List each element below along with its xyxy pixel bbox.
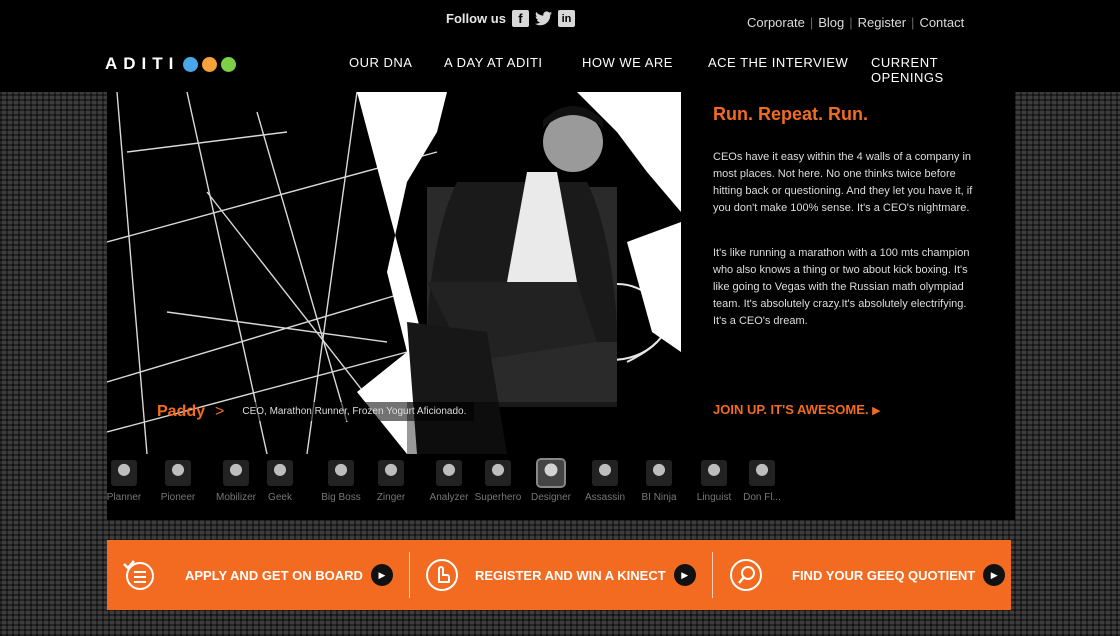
- hand-pointer-icon: [425, 558, 459, 592]
- team-label: Zinger: [376, 492, 406, 503]
- team-label: Pioneer: [160, 492, 196, 503]
- avatar: [436, 460, 462, 486]
- cloud-icon: [183, 56, 199, 72]
- avatar: [701, 460, 727, 486]
- register-button[interactable]: REGISTER AND WIN A KINECT ▶: [425, 540, 696, 610]
- twitter-icon[interactable]: [534, 10, 552, 27]
- team-thumb-selected[interactable]: Designer: [524, 458, 578, 503]
- link-contact[interactable]: Contact: [919, 15, 964, 30]
- team-label: Superhero: [474, 492, 522, 503]
- triangle-right-icon: ▶: [872, 405, 881, 417]
- avatar: [378, 460, 404, 486]
- register-label: REGISTER AND WIN A KINECT: [475, 567, 666, 583]
- team-label: Planner: [106, 492, 142, 503]
- link-separator: |: [911, 15, 915, 30]
- profile-caption-text: CEO, Marathon Runner, Frozen Yogurt Afic…: [234, 402, 475, 421]
- team-thumb[interactable]: Analyzer: [422, 458, 476, 503]
- divider: [409, 552, 410, 598]
- join-up-link[interactable]: JOIN UP. IT'S AWESOME. ▶: [713, 402, 881, 417]
- nav-our-dna[interactable]: OUR DNA: [349, 55, 444, 85]
- play-icon: ▶: [673, 564, 696, 586]
- team-thumb[interactable]: Geek: [253, 458, 307, 503]
- apply-label: APPLY AND GET ON BOARD: [185, 567, 363, 583]
- team-thumb[interactable]: Assassin: [578, 458, 632, 503]
- team-thumb[interactable]: Pioneer: [151, 458, 205, 503]
- team-label: Don Fl...: [743, 492, 781, 503]
- nav-current-openings[interactable]: CURRENT OPENINGS: [871, 55, 1011, 85]
- team-label: Linguist: [696, 492, 732, 503]
- avatar: [749, 460, 775, 486]
- top-links: Corporate | Blog | Register | Contact: [747, 15, 964, 30]
- action-bar: APPLY AND GET ON BOARD ▶ REGISTER AND WI…: [107, 540, 1011, 610]
- nav-a-day-at-aditi[interactable]: A DAY AT ADITI: [444, 55, 582, 85]
- linkedin-icon[interactable]: in: [557, 10, 575, 27]
- play-icon: ▶: [983, 564, 1006, 586]
- profile-photo: Paddy > CEO, Marathon Runner, Frozen Yog…: [107, 92, 681, 454]
- team-label: Big Boss: [321, 492, 361, 503]
- team-thumb[interactable]: BI Ninja: [632, 458, 686, 503]
- team-thumb[interactable]: Don Fl...: [735, 458, 789, 503]
- avatar: [536, 458, 566, 488]
- nav-how-we-are[interactable]: HOW WE ARE: [582, 55, 708, 85]
- top-bar: Follow us f in Corporate | Blog | Regist…: [0, 0, 1120, 92]
- team-label: Designer: [530, 492, 572, 503]
- link-blog[interactable]: Blog: [818, 15, 844, 30]
- bulb-icon: [202, 56, 218, 72]
- geeq-button[interactable]: FIND YOUR GEEQ QUOTIENT ▶: [729, 540, 1006, 610]
- aditi-logo[interactable]: ADITI: [105, 54, 237, 74]
- avatar: [485, 460, 511, 486]
- play-icon: ▶: [370, 564, 393, 586]
- avatar: [223, 460, 249, 486]
- avatar: [267, 460, 293, 486]
- main-nav: OUR DNA A DAY AT ADITI HOW WE ARE ACE TH…: [349, 55, 1011, 85]
- profile-paragraph-1: CEOs have it easy within the 4 walls of …: [713, 151, 973, 214]
- team-thumb[interactable]: Linguist: [687, 458, 741, 503]
- team-label: BI Ninja: [641, 492, 677, 503]
- team-thumbnails: Planner Pioneer Mobilizer Geek Big Boss …: [107, 458, 807, 520]
- avatar: [111, 460, 137, 486]
- nav-ace-the-interview[interactable]: ACE THE INTERVIEW: [708, 55, 871, 85]
- profile-panel: Paddy > CEO, Marathon Runner, Frozen Yog…: [107, 92, 1015, 520]
- link-register[interactable]: Register: [858, 15, 906, 30]
- avatar: [328, 460, 354, 486]
- link-separator: |: [849, 15, 853, 30]
- profile-title: Run. Repeat. Run.: [713, 104, 869, 124]
- chevron-right-icon: >: [215, 402, 225, 420]
- avatar: [592, 460, 618, 486]
- link-separator: |: [809, 15, 814, 30]
- checklist-icon: [121, 558, 155, 592]
- join-up-text: JOIN UP. IT'S AWESOME.: [713, 402, 869, 417]
- profile-paragraph-2: It's like running a marathon with a 100 …: [713, 247, 970, 327]
- avatar: [646, 460, 672, 486]
- facebook-icon[interactable]: f: [511, 10, 529, 27]
- letter-a-icon: [221, 56, 237, 72]
- search-icon: [729, 558, 763, 592]
- team-thumb[interactable]: Big Boss: [314, 458, 368, 503]
- link-corporate[interactable]: Corporate: [747, 15, 805, 30]
- avatar: [165, 460, 191, 486]
- team-thumb[interactable]: Superhero: [471, 458, 525, 503]
- apply-button[interactable]: APPLY AND GET ON BOARD ▶: [121, 540, 393, 610]
- profile-name: Paddy: [157, 402, 206, 420]
- team-label: Assassin: [584, 492, 625, 503]
- team-label: Analyzer: [429, 492, 469, 503]
- team-thumb[interactable]: Planner: [97, 458, 151, 503]
- follow-us: Follow us f in: [446, 10, 575, 27]
- team-label: Geek: [268, 492, 292, 503]
- profile-caption: Paddy > CEO, Marathon Runner, Frozen Yog…: [157, 402, 475, 421]
- geeq-label: FIND YOUR GEEQ QUOTIENT: [792, 567, 976, 583]
- logo-text: ADITI: [105, 54, 180, 73]
- team-thumb[interactable]: Zinger: [364, 458, 418, 503]
- follow-label: Follow us: [446, 11, 506, 26]
- divider: [712, 552, 713, 598]
